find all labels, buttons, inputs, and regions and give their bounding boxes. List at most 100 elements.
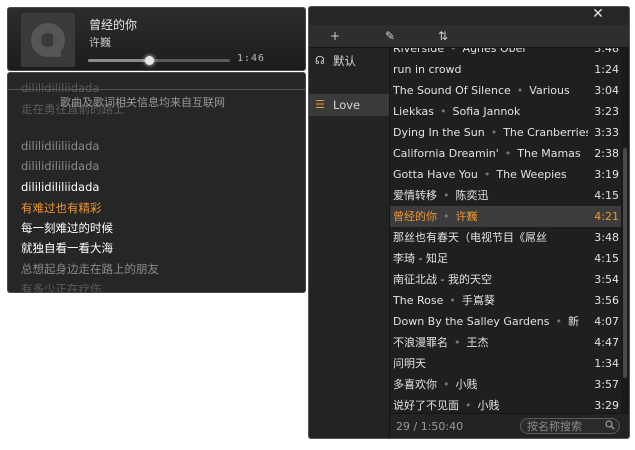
separator-dot: • <box>490 126 498 139</box>
track-count-duration: 29 / 1:50:40 <box>396 420 464 433</box>
lyric-line: 每一刻难过的时候 <box>21 221 113 235</box>
track-duration: 4:07 <box>594 315 619 328</box>
track-row[interactable]: Liekkas • Sofia Jannok 3:23 <box>390 101 621 122</box>
track-text: Dying In the Sun • The Cranberries <box>393 122 588 143</box>
track-row[interactable]: Riverside • Agnes Obel 3:48 <box>390 48 621 59</box>
track-text: 曾经的你 • 许巍 <box>393 206 588 227</box>
separator-dot: • <box>465 399 472 412</box>
track-text: run in crowd <box>393 59 588 80</box>
track-row[interactable]: 李琦 - 知足 4:15 <box>390 248 621 269</box>
track-title: 那丝也有春天（电视节目《屌丝 <box>393 231 547 244</box>
track-title: Riverside <box>393 48 445 55</box>
track-list[interactable]: Riverside • Agnes Obel 3:48 run in crowd 1:24… <box>390 48 621 413</box>
track-title: California Dreamin' <box>393 147 499 160</box>
track-artist: Agnes Obel <box>462 48 526 55</box>
playlist-sidebar: ☊ 默认 ☰ Love <box>309 48 390 438</box>
track-duration: 3:33 <box>594 126 619 139</box>
separator-dot: • <box>443 210 450 223</box>
search-input[interactable] <box>527 419 601 433</box>
track-text: 李琦 - 知足 <box>393 248 588 269</box>
track-row[interactable]: Dying In the Sun • The Cranberries 3:33 <box>390 122 621 143</box>
now-playing-panel: 曾经的你 许巍 1:46 <box>7 7 306 71</box>
track-text: 问明天 <box>393 353 588 374</box>
lyric-line: 有多少正在疗伤 <box>21 282 102 293</box>
track-artist: The Cranberries <box>503 126 588 139</box>
track-duration: 4:21 <box>594 210 619 223</box>
search-box[interactable] <box>520 418 620 434</box>
track-artist: 许巍 <box>455 210 478 223</box>
elapsed-time: 1:46 <box>237 53 266 64</box>
separator-dot: • <box>504 147 512 160</box>
lyric-line: 总想起身边走在路上的朋友 <box>21 262 159 276</box>
separator-dot: • <box>439 105 447 118</box>
album-cover[interactable] <box>21 13 75 67</box>
lyric-line: dililidililiidada <box>21 180 100 194</box>
lyric-line: 就独自看一看大海 <box>21 241 113 255</box>
track-text: The Rose • 手嶌葵 <box>393 290 588 311</box>
track-artist: The Mamas <box>517 147 581 160</box>
track-text: Down By the Salley Gardens • 新 <box>393 311 588 332</box>
track-list-scrollbar[interactable] <box>621 48 629 413</box>
track-row[interactable]: 多喜欢你 • 小贱 3:57 <box>390 374 621 395</box>
track-title: run in crowd <box>393 63 462 76</box>
track-title: 多喜欢你 <box>393 378 437 391</box>
separator-dot: • <box>450 48 457 55</box>
sidebar-item-default[interactable]: ☊ 默认 <box>309 50 389 72</box>
lyrics-panel[interactable]: 歌曲及歌词相关信息均来自互联网 dililidililiidada 走在勇往直前的… <box>7 72 306 293</box>
track-row[interactable]: 南征北战 - 我的天空 3:54 <box>390 269 621 290</box>
track-row[interactable]: 不浪漫罪名 • 王杰 4:47 <box>390 332 621 353</box>
progress-fill <box>88 59 150 62</box>
track-artist: The Weepies <box>496 168 567 181</box>
track-row[interactable]: The Rose • 手嶌葵 3:56 <box>390 290 621 311</box>
song-title: 曾经的你 <box>89 18 138 32</box>
lyric-line: dililidililiidada <box>21 81 100 95</box>
lyrics-source-notice: 歌曲及歌词相关信息均来自互联网 <box>60 96 225 109</box>
sidebar-item-love[interactable]: ☰ Love <box>309 94 389 116</box>
track-row[interactable]: 爱情转移 • 陈奕迅 4:15 <box>390 185 621 206</box>
track-title: 李琦 - 知足 <box>393 252 448 265</box>
track-row[interactable]: run in crowd 1:24 <box>390 59 621 80</box>
search-icon[interactable] <box>605 420 615 430</box>
track-duration: 3:57 <box>594 378 619 391</box>
sort-icon[interactable]: ⇅ <box>433 27 453 45</box>
track-artist: 小贱 <box>455 378 478 391</box>
track-artist: 陈奕迅 <box>455 189 489 202</box>
track-row[interactable]: 问明天 1:34 <box>390 353 621 374</box>
track-row[interactable]: Gotta Have You • The Weepies 3:19 <box>390 164 621 185</box>
track-duration: 1:34 <box>594 357 619 370</box>
track-duration: 3:29 <box>594 399 619 412</box>
playlist-footer: 29 / 1:50:40 <box>390 413 629 438</box>
track-row[interactable]: The Sound Of Silence • Various 3:04 <box>390 80 621 101</box>
track-row-selected[interactable]: 曾经的你 • 许巍 4:21 <box>390 206 621 227</box>
playlist-window: ✕ + ✎ ⇅ ☊ 默认 ☰ Love Riverside • Agnes Obel… <box>308 6 630 439</box>
separator-dot: • <box>555 315 562 328</box>
track-title: Gotta Have You <box>393 168 478 181</box>
song-artist: 许巍 <box>89 36 111 49</box>
track-text: 那丝也有春天（电视节目《屌丝 <box>393 227 588 248</box>
track-title: 南征北战 - 我的天空 <box>393 273 492 286</box>
track-title: 不浪漫罪名 <box>393 336 448 349</box>
track-text: 不浪漫罪名 • 王杰 <box>393 332 588 353</box>
track-title: Liekkas <box>393 105 434 118</box>
progress-bar[interactable] <box>88 56 230 65</box>
track-row[interactable]: 那丝也有春天（电视节目《屌丝 3:48 <box>390 227 621 248</box>
edit-icon[interactable]: ✎ <box>380 27 400 45</box>
music-logo-stem <box>53 33 61 57</box>
track-duration: 3:48 <box>594 231 619 244</box>
track-row[interactable]: California Dreamin' • The Mamas 2:38 <box>390 143 621 164</box>
playlist-titlebar[interactable]: ✕ <box>309 7 629 25</box>
track-row[interactable]: Down By the Salley Gardens • 新 4:07 <box>390 311 621 332</box>
track-title: The Rose <box>393 294 444 307</box>
add-icon[interactable]: + <box>325 27 345 45</box>
separator-dot: • <box>516 84 524 97</box>
track-artist: 手嶌葵 <box>461 294 495 307</box>
track-text: Liekkas • Sofia Jannok <box>393 101 588 122</box>
track-artist: 王杰 <box>466 336 489 349</box>
progress-handle[interactable] <box>145 56 155 65</box>
track-text: Gotta Have You • The Weepies <box>393 164 588 185</box>
close-icon[interactable]: ✕ <box>590 7 606 24</box>
track-title: 曾经的你 <box>393 210 437 223</box>
scrollbar-thumb[interactable] <box>623 148 627 378</box>
track-title: 问明天 <box>393 357 426 370</box>
track-row[interactable]: 说好了不见面 • 小贱 3:29 <box>390 395 621 413</box>
